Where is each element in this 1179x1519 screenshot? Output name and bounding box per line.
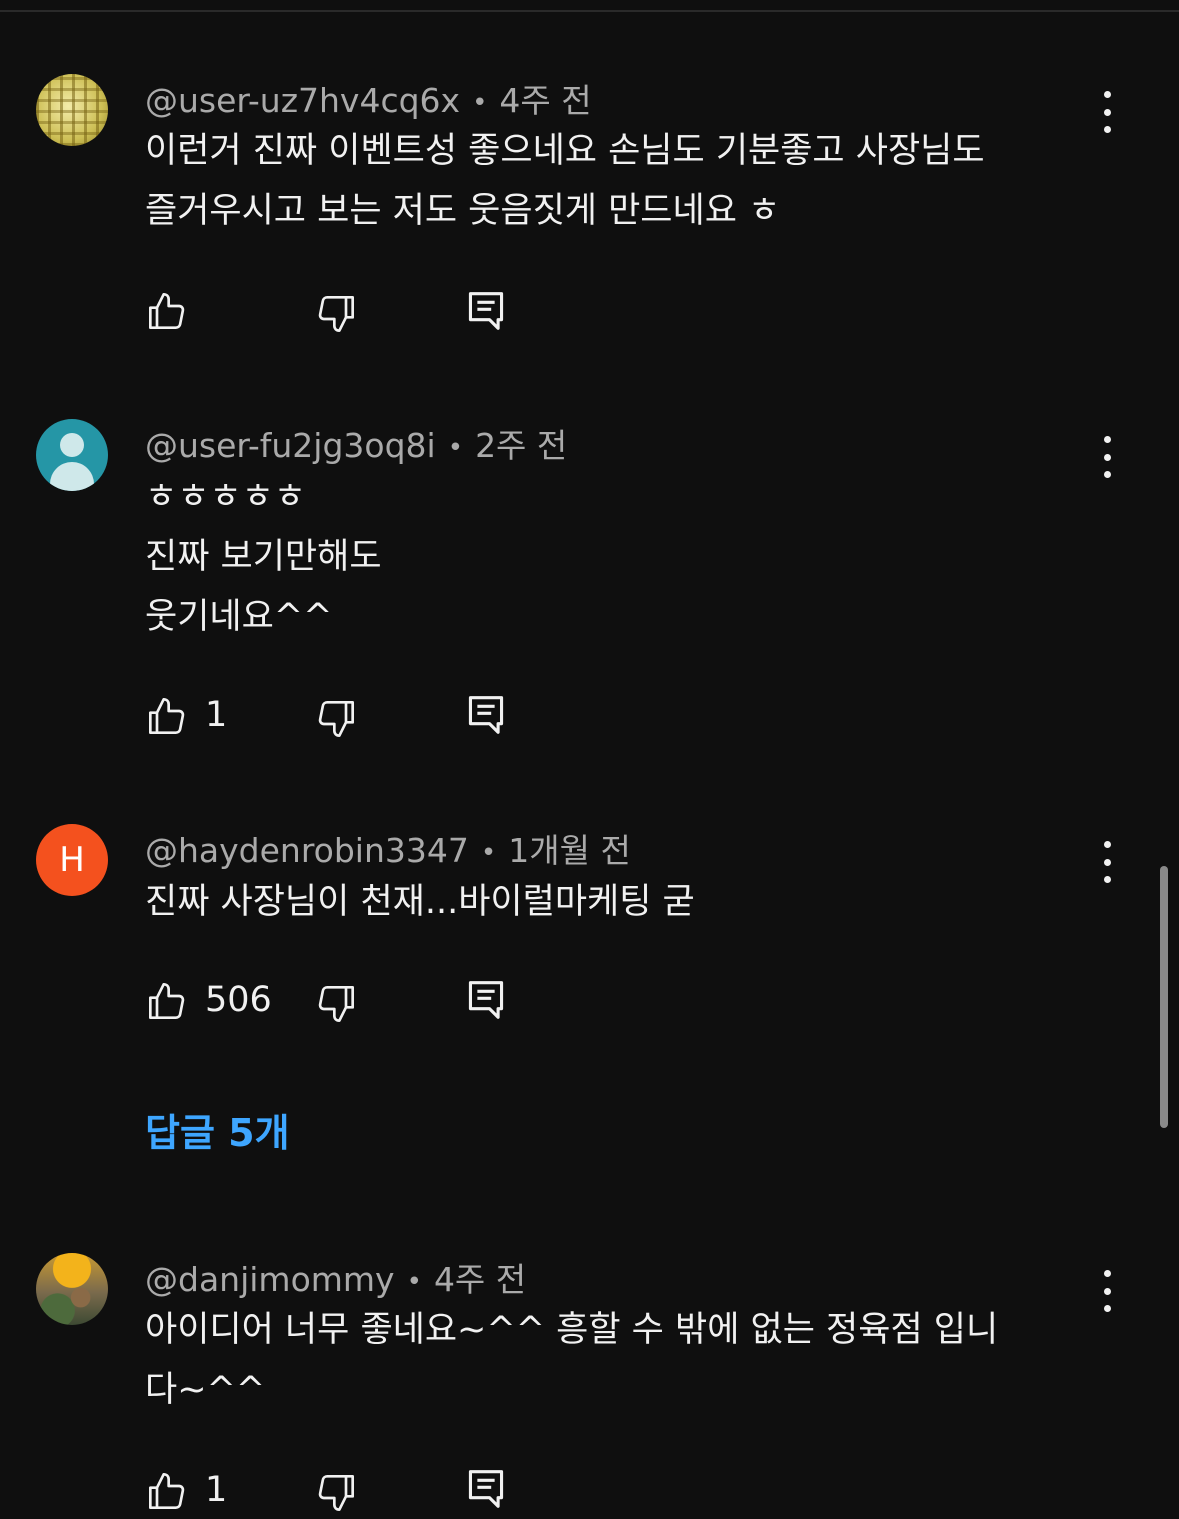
reply-button[interactable]	[467, 694, 505, 736]
reply-button[interactable]	[467, 979, 505, 1021]
dislike-button[interactable]	[316, 294, 356, 334]
author-name[interactable]: @user-uz7hv4cq6x	[145, 81, 460, 120]
more-vert-icon[interactable]	[1092, 436, 1122, 478]
comments-page: @user-uz7hv4cq6x • 4주 전 이런거 진짜 이벤트성 좋으네요 손…	[0, 0, 1179, 1519]
avatar-body	[50, 462, 94, 491]
like-count: 1	[205, 1470, 228, 1510]
thumbs-up-icon	[149, 1473, 185, 1509]
more-vert-icon[interactable]	[1092, 841, 1122, 883]
like-button[interactable]	[147, 291, 187, 331]
like-button[interactable]	[147, 696, 187, 736]
reply-icon	[468, 981, 504, 1019]
dislike-button[interactable]	[316, 1473, 356, 1513]
like-button[interactable]	[147, 981, 187, 1021]
comment-text: 아이디어 너무 좋네요~^^ 흥할 수 밖에 없는 정육점 입니 다~^^	[145, 1310, 999, 1410]
thumbs-down-icon	[318, 701, 354, 737]
thumbs-down-icon	[318, 296, 354, 332]
reply-icon	[468, 1470, 504, 1508]
thumbs-up-icon	[149, 698, 185, 734]
dislike-button[interactable]	[316, 984, 356, 1024]
comment-text: 진짜 사장님이 천재...바이럴마케팅 굳	[145, 882, 695, 922]
reply-button[interactable]	[467, 1468, 505, 1510]
thumbs-down-icon	[318, 986, 354, 1022]
reply-icon	[468, 696, 504, 734]
comment-text: 이런거 진짜 이벤트성 좋으네요 손님도 기분좋고 사장님도 즐거우시고 보는 …	[145, 131, 985, 231]
comment-meta: @haydenrobin3347 • 1개월 전	[145, 824, 631, 872]
like-button[interactable]	[147, 1471, 187, 1511]
comment-meta: @danjimommy • 4주 전	[145, 1253, 526, 1301]
like-count: 506	[205, 980, 272, 1020]
scrollbar[interactable]	[1160, 866, 1168, 1128]
top-divider	[0, 10, 1179, 12]
like-count: 1	[205, 695, 228, 735]
avatar[interactable]	[36, 1253, 108, 1325]
separator: •	[480, 837, 497, 868]
thumbs-down-icon	[318, 1475, 354, 1511]
comment-time: 2주 전	[475, 426, 568, 465]
reply-button[interactable]	[467, 290, 505, 332]
comment-time: 4주 전	[433, 1260, 527, 1299]
view-replies-button[interactable]: 답글 5개	[145, 1102, 290, 1157]
author-name[interactable]: @haydenrobin3347	[145, 831, 469, 870]
author-name[interactable]: @user-fu2jg3oq8i	[145, 426, 436, 465]
comment-meta: @user-fu2jg3oq8i • 2주 전	[145, 419, 567, 467]
comment-meta: @user-uz7hv4cq6x • 4주 전	[145, 74, 592, 122]
comment-text: ㅎㅎㅎㅎㅎ 진짜 보기만해도 웃기네요^^	[145, 477, 382, 637]
dislike-button[interactable]	[316, 699, 356, 739]
comment-time: 1개월 전	[508, 831, 631, 870]
thumbs-up-icon	[149, 293, 185, 329]
thumbs-up-icon	[149, 983, 185, 1019]
reply-icon	[468, 292, 504, 330]
more-vert-icon[interactable]	[1092, 91, 1122, 133]
author-name[interactable]: @danjimommy	[145, 1260, 395, 1299]
avatar-head	[60, 433, 84, 457]
avatar[interactable]	[36, 74, 108, 146]
avatar[interactable]: H	[36, 824, 108, 896]
separator: •	[472, 87, 488, 118]
comment-time: 4주 전	[499, 81, 592, 120]
avatar[interactable]	[36, 419, 108, 491]
separator: •	[406, 1266, 422, 1297]
separator: •	[447, 432, 464, 463]
more-vert-icon[interactable]	[1092, 1270, 1122, 1312]
